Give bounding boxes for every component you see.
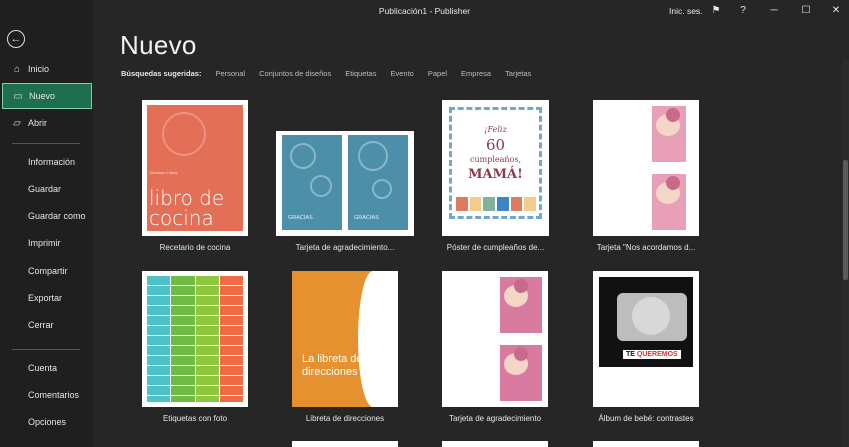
sidebar-item-label: Inicio	[28, 64, 50, 74]
thumbnail-title: La libreta de direcciones	[302, 353, 363, 378]
template-thumbnail	[442, 271, 548, 407]
flower-photo	[500, 345, 542, 401]
template-label: Etiquetas con foto	[162, 414, 228, 423]
template-card-tarjeta-agradecimiento-2[interactable]: Tarjeta de agradecimiento	[442, 271, 548, 431]
thumbnail-text: GRACIAS	[354, 215, 379, 221]
spoon-illustration	[162, 112, 206, 156]
sidebar-item-abrir[interactable]: ▱ Abrir	[0, 110, 93, 136]
thumbnail-title: libro de cocina	[149, 186, 225, 230]
home-icon: ⌂	[13, 63, 21, 75]
suggested-link-papel[interactable]: Papel	[428, 69, 447, 78]
swirl-ornament	[310, 175, 332, 197]
sidebar-item-cuenta[interactable]: Cuenta	[0, 355, 93, 381]
vertical-scrollbar[interactable]	[842, 60, 849, 447]
backstage-sidebar: ← ⌂ Inicio ▭ Nuevo ▱ Abrir Información G…	[0, 0, 93, 447]
template-thumbnail: Nombre o título libro de cocina	[142, 100, 248, 236]
template-label: Álbum de bebé: contrastes	[598, 414, 694, 423]
template-thumbnail-partial[interactable]	[442, 441, 548, 447]
sidebar-item-label: Nuevo	[29, 91, 56, 101]
template-thumbnail: GRACIAS GRACIAS	[276, 131, 414, 236]
label-grid	[147, 276, 243, 402]
template-thumbnail-partial[interactable]	[292, 441, 398, 447]
suggested-link-tarjetas[interactable]: Tarjetas	[505, 69, 531, 78]
thumbnail-subtitle: Nombre o título	[150, 170, 178, 175]
sidebar-item-cerrar[interactable]: Cerrar	[0, 312, 93, 338]
suggested-link-empresa[interactable]: Empresa	[461, 69, 491, 78]
page-title: Nuevo	[120, 30, 197, 60]
sidebar-item-opciones[interactable]: Opciones	[0, 409, 93, 435]
template-thumbnail	[142, 271, 248, 407]
thumbnail-line: MAMÁ!	[468, 167, 523, 182]
template-card-tarjeta-agradecimiento-1[interactable]: GRACIAS GRACIAS Tarjeta de agradecimient…	[276, 131, 414, 260]
baby-face	[632, 297, 670, 335]
minimize-button[interactable]: ─	[764, 3, 784, 17]
flower-photo	[652, 106, 686, 162]
new-document-icon: ▭	[13, 90, 23, 102]
suggested-link-evento[interactable]: Evento	[390, 69, 413, 78]
sidebar-item-exportar[interactable]: Exportar	[0, 285, 93, 311]
template-label: Tarjeta "Nos acordamos d...	[596, 243, 696, 252]
sidebar-item-inicio[interactable]: ⌂ Inicio	[0, 56, 93, 82]
suggested-searches-label: Búsquedas sugeridas:	[121, 69, 202, 78]
template-thumbnail: ¡Feliz 60 cumpleaños, MAMÁ!	[442, 100, 549, 236]
template-label: Libreta de direcciones	[305, 414, 385, 423]
suggested-searches: Búsquedas sugeridas: Personal Conjuntos …	[121, 69, 545, 78]
sidebar-divider	[12, 349, 80, 350]
sign-in-link[interactable]: Inic. ses.	[669, 6, 703, 16]
close-button[interactable]: ✕	[826, 3, 846, 17]
template-card-recetario[interactable]: Nombre o título libro de cocina Recetari…	[142, 100, 248, 260]
card-panel-left: GRACIAS	[282, 135, 342, 230]
swirl-ornament	[290, 143, 316, 169]
sidebar-item-comentarios[interactable]: Comentarios	[0, 382, 93, 408]
thumbnail-text: TE QUEREMOS	[623, 350, 681, 359]
template-thumbnail: TE QUEREMOS	[593, 271, 699, 407]
sidebar-item-informacion[interactable]: Información	[0, 149, 93, 175]
feedback-icon[interactable]: ⚑	[706, 3, 726, 17]
template-label: Recetario de cocina	[159, 243, 231, 252]
thumbnail-line: ¡Feliz	[484, 125, 507, 134]
sidebar-item-label: Abrir	[28, 118, 48, 128]
template-card-tarjeta-nos-acordamos[interactable]: Tarjeta "Nos acordamos d...	[593, 100, 699, 260]
suggested-link-personal[interactable]: Personal	[215, 69, 245, 78]
swirl-ornament	[358, 141, 388, 171]
card-panel-right: GRACIAS	[348, 135, 408, 230]
sidebar-item-nuevo[interactable]: ▭ Nuevo	[2, 83, 92, 109]
folder-open-icon: ▱	[13, 117, 21, 129]
thumbnail-line: 60	[485, 136, 506, 154]
swirl-ornament	[372, 179, 392, 199]
sidebar-item-guardar[interactable]: Guardar	[0, 176, 93, 202]
thumbnail-line: cumpleaños,	[469, 155, 522, 164]
back-arrow-icon[interactable]: ←	[7, 30, 25, 48]
template-label: Póster de cumpleaños de...	[446, 243, 545, 252]
sidebar-item-imprimir[interactable]: Imprimir	[0, 230, 93, 256]
suggested-link-etiquetas[interactable]: Etiquetas	[345, 69, 376, 78]
template-card-album-bebe[interactable]: TE QUEREMOS Álbum de bebé: contrastes	[593, 271, 699, 431]
scrollbar-thumb[interactable]	[843, 160, 848, 280]
help-button[interactable]: ?	[733, 3, 753, 17]
thumbnail-text: GRACIAS	[288, 215, 313, 221]
flower-photo	[500, 277, 542, 333]
sidebar-item-guardar-como[interactable]: Guardar como	[0, 203, 93, 229]
template-card-libreta-direcciones[interactable]: La libreta de direcciones Libreta de dir…	[292, 271, 398, 431]
template-card-etiquetas-foto[interactable]: Etiquetas con foto	[142, 271, 248, 431]
photo-frame: TE QUEREMOS	[599, 277, 693, 367]
maximize-button[interactable]: ☐	[796, 3, 816, 17]
publisher-backstage: Publicación1 - Publisher Inic. ses. ⚑ ? …	[0, 0, 849, 447]
template-thumbnail	[593, 100, 699, 236]
sidebar-item-compartir[interactable]: Compartir	[0, 258, 93, 284]
curve-shape	[358, 271, 388, 407]
sidebar-divider	[12, 143, 80, 144]
flower-photo	[652, 174, 686, 230]
template-thumbnail: La libreta de direcciones	[292, 271, 398, 407]
template-label: Tarjeta de agradecimiento	[448, 414, 542, 423]
template-label: Tarjeta de agradecimiento...	[295, 243, 395, 252]
template-card-poster-cumpleanos[interactable]: ¡Feliz 60 cumpleaños, MAMÁ! Póster de cu…	[442, 100, 549, 260]
suggested-link-conjuntos[interactable]: Conjuntos de diseños	[259, 69, 331, 78]
houses-illustration	[456, 197, 537, 211]
template-thumbnail-partial[interactable]	[593, 441, 699, 447]
